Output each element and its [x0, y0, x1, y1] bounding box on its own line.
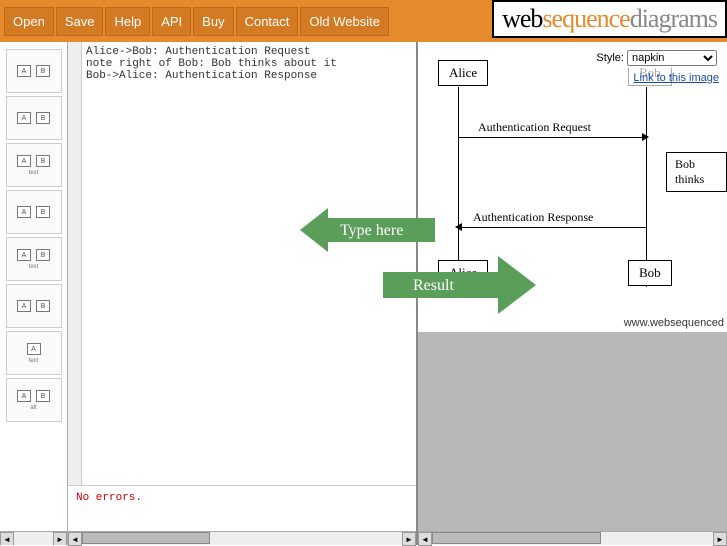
watermark: www.websequenced: [624, 317, 724, 329]
message-label: Authentication Request: [478, 120, 591, 135]
main-menu: Open Save Help API Buy Contact Old Websi…: [4, 7, 389, 36]
template-thumb[interactable]: AB: [6, 49, 62, 93]
message-label: Authentication Response: [473, 210, 593, 225]
message-line: [458, 227, 646, 228]
template-thumb[interactable]: AB: [6, 96, 62, 140]
template-thumb[interactable]: AB: [6, 190, 62, 234]
style-select[interactable]: napkin: [627, 50, 717, 66]
scroll-right-icon[interactable]: ►: [402, 532, 416, 546]
arrow-left-icon: [455, 223, 462, 231]
template-thumb[interactable]: ABalt: [6, 378, 62, 422]
scroll-right-icon[interactable]: ►: [713, 532, 727, 546]
old-website-button[interactable]: Old Website: [300, 7, 389, 36]
actor-alice-top: Alice: [438, 60, 488, 86]
logo: websequencediagrams: [492, 0, 727, 38]
code-editor[interactable]: Alice->Bob: Authentication Request note …: [68, 42, 416, 485]
template-thumb[interactable]: AB: [6, 284, 62, 328]
buy-button[interactable]: Buy: [193, 7, 233, 36]
result-callout: Result: [378, 250, 538, 320]
scroll-left-icon[interactable]: ◄: [0, 532, 14, 545]
scroll-track[interactable]: [82, 532, 402, 545]
result-controls: Style: napkin Link to this image: [594, 48, 719, 84]
save-button[interactable]: Save: [56, 7, 104, 36]
editor-gutter: [68, 42, 82, 485]
arrow-right-icon: [642, 133, 649, 141]
callout-text: Result: [413, 277, 454, 294]
sidebar-scrollbar[interactable]: ◄ ►: [0, 531, 67, 545]
scroll-right-icon[interactable]: ►: [53, 532, 67, 545]
message-line: [458, 137, 646, 138]
template-thumb[interactable]: Atext: [6, 331, 62, 375]
contact-button[interactable]: Contact: [236, 7, 299, 36]
template-thumb[interactable]: ABtext: [6, 143, 62, 187]
scroll-left-icon[interactable]: ◄: [68, 532, 82, 546]
help-button[interactable]: Help: [105, 7, 150, 36]
callout-text: Type here: [340, 222, 403, 239]
editor-scrollbar[interactable]: ◄ ►: [68, 531, 416, 545]
link-to-image[interactable]: Link to this image: [594, 72, 719, 84]
lifeline: [646, 87, 647, 287]
template-thumb[interactable]: ABtext: [6, 237, 62, 281]
style-label: Style:: [596, 52, 624, 64]
open-button[interactable]: Open: [4, 7, 54, 36]
editor-column: Alice->Bob: Authentication Request note …: [68, 42, 418, 545]
scroll-track[interactable]: [14, 532, 53, 545]
result-scrollbar[interactable]: ◄ ►: [418, 531, 727, 545]
api-button[interactable]: API: [152, 7, 191, 36]
note-box: Bob thinks: [666, 152, 727, 192]
actor-bob-bottom: Bob: [628, 260, 672, 286]
scroll-track[interactable]: [432, 532, 713, 545]
template-sidebar: AB AB ABtext AB ABtext AB Atext ABalt ◄ …: [0, 42, 68, 545]
main-area: AB AB ABtext AB ABtext AB Atext ABalt ◄ …: [0, 42, 727, 545]
scroll-left-icon[interactable]: ◄: [418, 532, 432, 546]
